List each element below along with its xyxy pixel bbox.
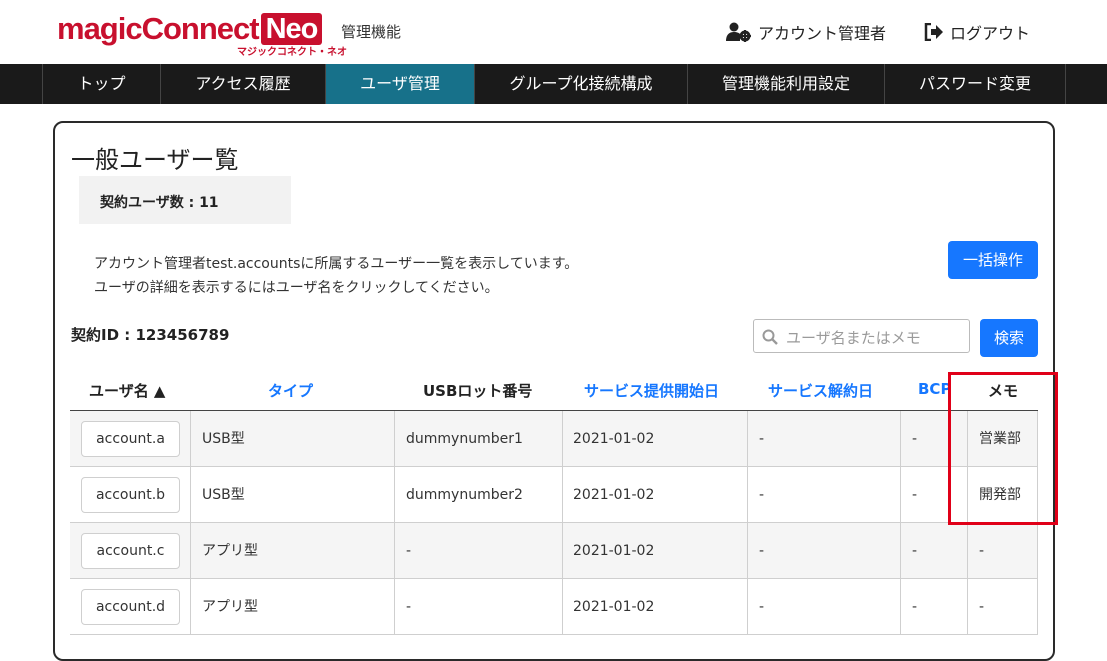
contract-user-count: 契約ユーザ数 : 11: [100, 195, 219, 211]
cell-usb-lot: -: [406, 599, 412, 615]
logo-connect-text: Connect: [141, 11, 260, 46]
table-row: account.a USB型 dummynumber1 2021-01-02 -…: [70, 411, 1038, 467]
col-header-username[interactable]: ユーザ名 ▲: [89, 380, 165, 401]
cell-type: アプリ型: [202, 599, 258, 615]
admin-function-label: 管理機能: [341, 23, 402, 41]
search-icon: [762, 329, 778, 345]
search-placeholder: ユーザ名またはメモ: [786, 329, 921, 347]
cell-service-end: -: [759, 431, 765, 447]
cell-service-end: -: [759, 543, 765, 559]
nav-access-history[interactable]: アクセス履歴: [160, 64, 325, 104]
user-gear-icon: [726, 22, 751, 42]
cell-service-start: 2021-01-02: [573, 543, 655, 559]
user-link-button[interactable]: account.c: [81, 533, 180, 569]
cell-service-end: -: [759, 487, 765, 503]
col-header-type[interactable]: タイプ: [268, 380, 313, 401]
cell-usb-lot: dummynumber1: [406, 431, 523, 447]
cell-memo: -: [979, 599, 985, 615]
cell-usb-lot: dummynumber2: [406, 487, 523, 503]
nav-group-connection[interactable]: グループ化接続構成: [474, 64, 687, 104]
user-link-button[interactable]: account.a: [81, 421, 180, 457]
app-header: magicConnect Neo マジックコネクト・ネオ 管理機能 アカウント管理…: [0, 0, 1107, 64]
cell-service-start: 2021-01-02: [573, 599, 655, 615]
table-row: account.d アプリ型 - 2021-01-02 - - -: [70, 579, 1038, 635]
cell-type: USB型: [202, 487, 245, 503]
logout-link[interactable]: ログアウト: [924, 20, 1030, 44]
description-line1: アカウント管理者test.accountsに所属するユーザー一覧を表示しています…: [94, 256, 579, 272]
col-header-service-end[interactable]: サービス解約日: [768, 380, 873, 401]
table-row: account.c アプリ型 - 2021-01-02 - - -: [70, 523, 1038, 579]
main-nav: トップ アクセス履歴 ユーザ管理 グループ化接続構成 管理機能利用設定 パスワー…: [0, 64, 1107, 104]
contract-count-box: 契約ユーザ数 : 11: [79, 176, 291, 224]
cell-service-start: 2021-01-02: [573, 487, 655, 503]
col-header-service-start[interactable]: サービス提供開始日: [584, 380, 719, 401]
nav-admin-settings[interactable]: 管理機能利用設定: [687, 64, 884, 104]
page-title: 一般ユーザー覧: [71, 146, 239, 174]
account-admin-link[interactable]: アカウント管理者: [726, 20, 886, 44]
user-link-button[interactable]: account.d: [81, 589, 180, 625]
logout-label: ログアウト: [950, 24, 1031, 43]
bulk-operation-button[interactable]: 一括操作: [948, 241, 1038, 279]
nav-user-management[interactable]: ユーザ管理: [325, 64, 474, 104]
description-line2: ユーザの詳細を表示するにはユーザ名をクリックしてください。: [94, 280, 499, 296]
cell-bcp: -: [912, 599, 918, 615]
cell-service-start: 2021-01-02: [573, 431, 655, 447]
col-header-usb-lot: USBロット番号: [423, 382, 533, 400]
cell-memo: -: [979, 543, 985, 559]
cell-bcp: -: [912, 431, 918, 447]
logo-subtitle: マジックコネクト・ネオ: [237, 47, 347, 58]
cell-bcp: -: [912, 543, 918, 559]
nav-password-change[interactable]: パスワード変更: [884, 64, 1066, 104]
contract-id: 契約ID : 123456789: [71, 326, 230, 344]
table-row: account.b USB型 dummynumber2 2021-01-02 -…: [70, 467, 1038, 523]
nav-top[interactable]: トップ: [42, 64, 160, 104]
cell-service-end: -: [759, 599, 765, 615]
logo-neo-badge: Neo: [260, 13, 323, 45]
search-input[interactable]: ユーザ名またはメモ: [753, 319, 970, 353]
logout-icon: [924, 23, 943, 41]
col-header-bcp[interactable]: BCP: [918, 380, 951, 398]
memo-column-highlight: [948, 372, 1058, 525]
cell-type: USB型: [202, 431, 245, 447]
cell-bcp: -: [912, 487, 918, 503]
cell-type: アプリ型: [202, 543, 258, 559]
search-button[interactable]: 検索: [980, 319, 1038, 357]
logo-magic-text: magic: [57, 11, 143, 46]
account-admin-label: アカウント管理者: [758, 24, 887, 43]
user-link-button[interactable]: account.b: [81, 477, 180, 513]
cell-usb-lot: -: [406, 543, 412, 559]
